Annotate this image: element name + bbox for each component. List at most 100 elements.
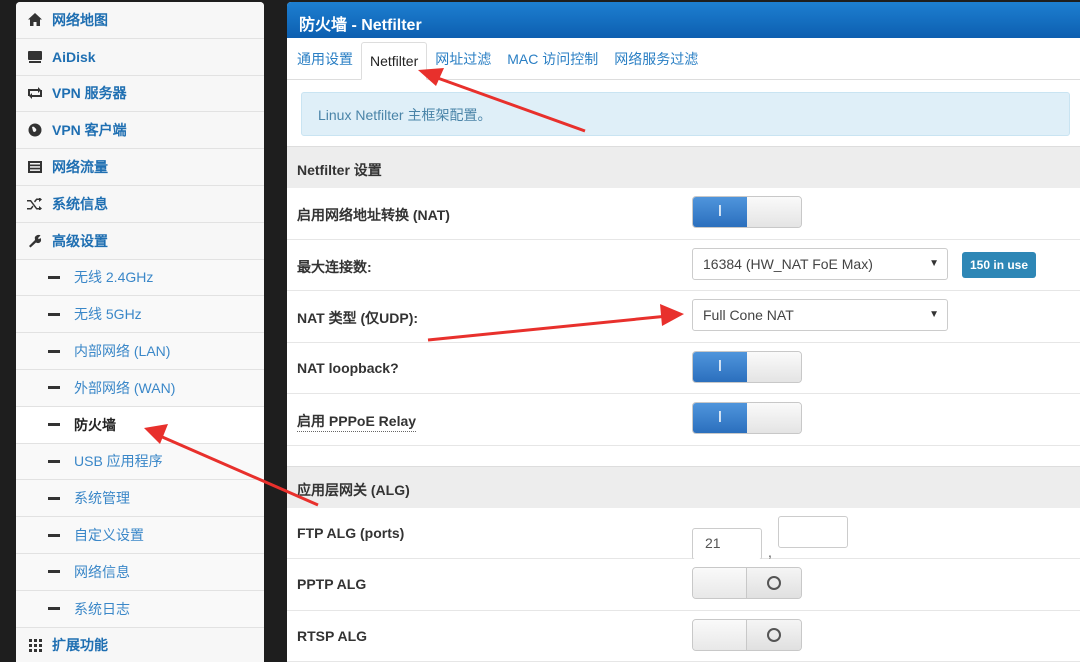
sidebar-subitem-lan[interactable]: 内部网络 (LAN) (16, 333, 264, 370)
random-icon (26, 196, 44, 212)
sidebar-subitem-admin[interactable]: 系统管理 (16, 480, 264, 518)
nat-label: 启用网络地址转换 (NAT) (297, 207, 450, 223)
netfilter-section-heading: Netfilter 设置 (287, 146, 1080, 188)
sidebar-subitem-netinfo[interactable]: 网络信息 (16, 553, 264, 591)
toggle-knob (693, 568, 748, 598)
toggle-off-indicator (747, 619, 801, 650)
nat-loopback-row: NAT loopback? I (287, 342, 1080, 394)
tab-general[interactable]: 通用设置 (289, 49, 361, 79)
sidebar-item-system-info[interactable]: 系统信息 (16, 185, 264, 223)
in-use-badge: 150 in use (962, 251, 1037, 278)
sidebar-item-vpn-server[interactable]: VPN 服务器 (16, 75, 264, 113)
pppoe-relay-label: 启用 PPPoE Relay (297, 411, 417, 432)
tab-service-filter[interactable]: 网络服务过滤 (606, 49, 706, 79)
nat-loopback-label: NAT loopback? (297, 359, 399, 376)
ftp-port-separator: , (768, 543, 772, 560)
nat-type-label: NAT 类型 (仅UDP): (297, 310, 419, 326)
toggle-knob (693, 619, 748, 650)
ftp-port-input-2[interactable] (778, 515, 848, 548)
sidebar-subitem-wan[interactable]: 外部网络 (WAN) (16, 369, 264, 407)
sidebar-subitem-wireless-24[interactable]: 无线 2.4GHz (16, 259, 264, 297)
sidebar-item-traffic[interactable]: 网络流量 (16, 149, 264, 186)
sidebar-item-label: 系统管理 (74, 490, 130, 507)
dash-icon (48, 459, 60, 463)
sidebar-item-label: VPN 客户端 (52, 122, 127, 139)
retweet-icon (26, 85, 44, 101)
pptp-alg-toggle[interactable] (692, 567, 802, 599)
dash-icon (48, 386, 60, 390)
wrench-icon (26, 233, 44, 249)
sidebar-item-label: 防火墙 (74, 416, 116, 433)
rtsp-alg-toggle[interactable] (692, 618, 802, 651)
sidebar-subitem-custom[interactable]: 自定义设置 (16, 517, 264, 554)
sidebar-item-label: 自定义设置 (74, 527, 144, 544)
tab-mac-access[interactable]: MAC 访问控制 (499, 49, 606, 79)
nat-type-select[interactable]: Full Cone NAT ▼ (692, 299, 948, 331)
sidebar-item-label: VPN 服务器 (52, 85, 127, 102)
sidebar-item-label: 高级设置 (52, 232, 108, 249)
ftp-port-input-1[interactable]: 21 (692, 527, 762, 560)
main-panel: 防火墙 - Netfilter 通用设置 Netfilter 网址过滤 MAC … (287, 2, 1080, 662)
sidebar-item-label: 扩展功能 (52, 637, 108, 654)
sidebar-item-network-map[interactable]: 网络地图 (16, 2, 264, 39)
sidebar-subitem-firewall[interactable]: 防火墙 (16, 406, 264, 444)
sidebar: 网络地图 AiDisk VPN 服务器 VPN 客户端 网络流量 系统信息 高级… (16, 2, 264, 662)
sidebar-item-label: 系统信息 (52, 195, 108, 212)
circle-icon (767, 627, 781, 642)
sidebar-item-vpn-client[interactable]: VPN 客户端 (16, 112, 264, 150)
tab-url-filter[interactable]: 网址过滤 (427, 49, 499, 79)
nat-type-row: NAT 类型 (仅UDP): Full Cone NAT ▼ (287, 291, 1080, 343)
sidebar-item-label: 网络信息 (74, 563, 130, 580)
pptp-alg-row: PPTP ALG (287, 559, 1080, 611)
ftp-alg-label: FTP ALG (ports) (297, 524, 405, 541)
max-conn-label: 最大连接数: (297, 258, 372, 275)
globe-icon (26, 122, 44, 138)
caret-down-icon: ▼ (929, 257, 939, 269)
sidebar-item-label: 网络地图 (52, 11, 108, 28)
toggle-knob (747, 197, 801, 227)
pppoe-relay-toggle[interactable]: I (692, 402, 802, 434)
list-icon (26, 159, 44, 175)
sidebar-item-advanced[interactable]: 高级设置 (16, 222, 264, 260)
toggle-on-indicator: I (693, 351, 747, 382)
tab-netfilter[interactable]: Netfilter (361, 42, 428, 80)
toggle-on-indicator: I (693, 403, 747, 433)
home-icon (26, 12, 44, 28)
drive-icon (26, 49, 44, 65)
dash-icon (48, 275, 60, 279)
page-title: 防火墙 - Netfilter (287, 2, 1080, 38)
nat-toggle[interactable]: I (692, 196, 802, 228)
nat-loopback-toggle[interactable]: I (692, 350, 802, 383)
sidebar-item-label: 内部网络 (LAN) (74, 343, 171, 360)
toggle-on-indicator: I (693, 197, 747, 227)
sidebar-subitem-wireless-5[interactable]: 无线 5GHz (16, 296, 264, 334)
sidebar-item-label: 无线 2.4GHz (74, 269, 154, 286)
toggle-off-indicator (747, 568, 801, 598)
screenshot-root: 网络地图 AiDisk VPN 服务器 VPN 客户端 网络流量 系统信息 高级… (0, 0, 1080, 662)
dash-icon (48, 607, 60, 611)
dash-icon (48, 423, 60, 427)
sidebar-item-aidisk[interactable]: AiDisk (16, 38, 264, 76)
sidebar-item-extensions[interactable]: 扩展功能 (16, 627, 264, 662)
alg-section-heading: 应用层网关 (ALG) (287, 465, 1080, 508)
sidebar-item-label: USB 应用程序 (74, 453, 163, 470)
max-conn-select[interactable]: 16384 (HW_NAT FoE Max) ▼ (692, 247, 948, 280)
pppoe-relay-row: 启用 PPPoE Relay I (287, 394, 1080, 446)
sidebar-item-label: 系统日志 (74, 600, 130, 617)
rtsp-alg-row: RTSP ALG (287, 610, 1080, 662)
dash-icon (48, 312, 60, 316)
max-conn-row: 最大连接数: 16384 (HW_NAT FoE Max) ▼ 150 in u… (287, 239, 1080, 291)
tab-bar: 通用设置 Netfilter 网址过滤 MAC 访问控制 网络服务过滤 (287, 38, 1080, 80)
nat-row: 启用网络地址转换 (NAT) I (287, 188, 1080, 240)
grid-icon (26, 637, 44, 653)
sidebar-subitem-syslog[interactable]: 系统日志 (16, 590, 264, 628)
dash-icon (48, 349, 60, 353)
dash-icon (48, 533, 60, 537)
sidebar-subitem-usb[interactable]: USB 应用程序 (16, 443, 264, 481)
caret-down-icon: ▼ (929, 309, 939, 320)
rtsp-alg-label: RTSP ALG (297, 627, 368, 644)
sidebar-item-label: AiDisk (52, 48, 96, 65)
max-conn-value: 16384 (HW_NAT FoE Max) (703, 255, 873, 272)
info-alert: Linux Netfilter 主框架配置。 (301, 92, 1070, 136)
circle-icon (767, 576, 781, 590)
